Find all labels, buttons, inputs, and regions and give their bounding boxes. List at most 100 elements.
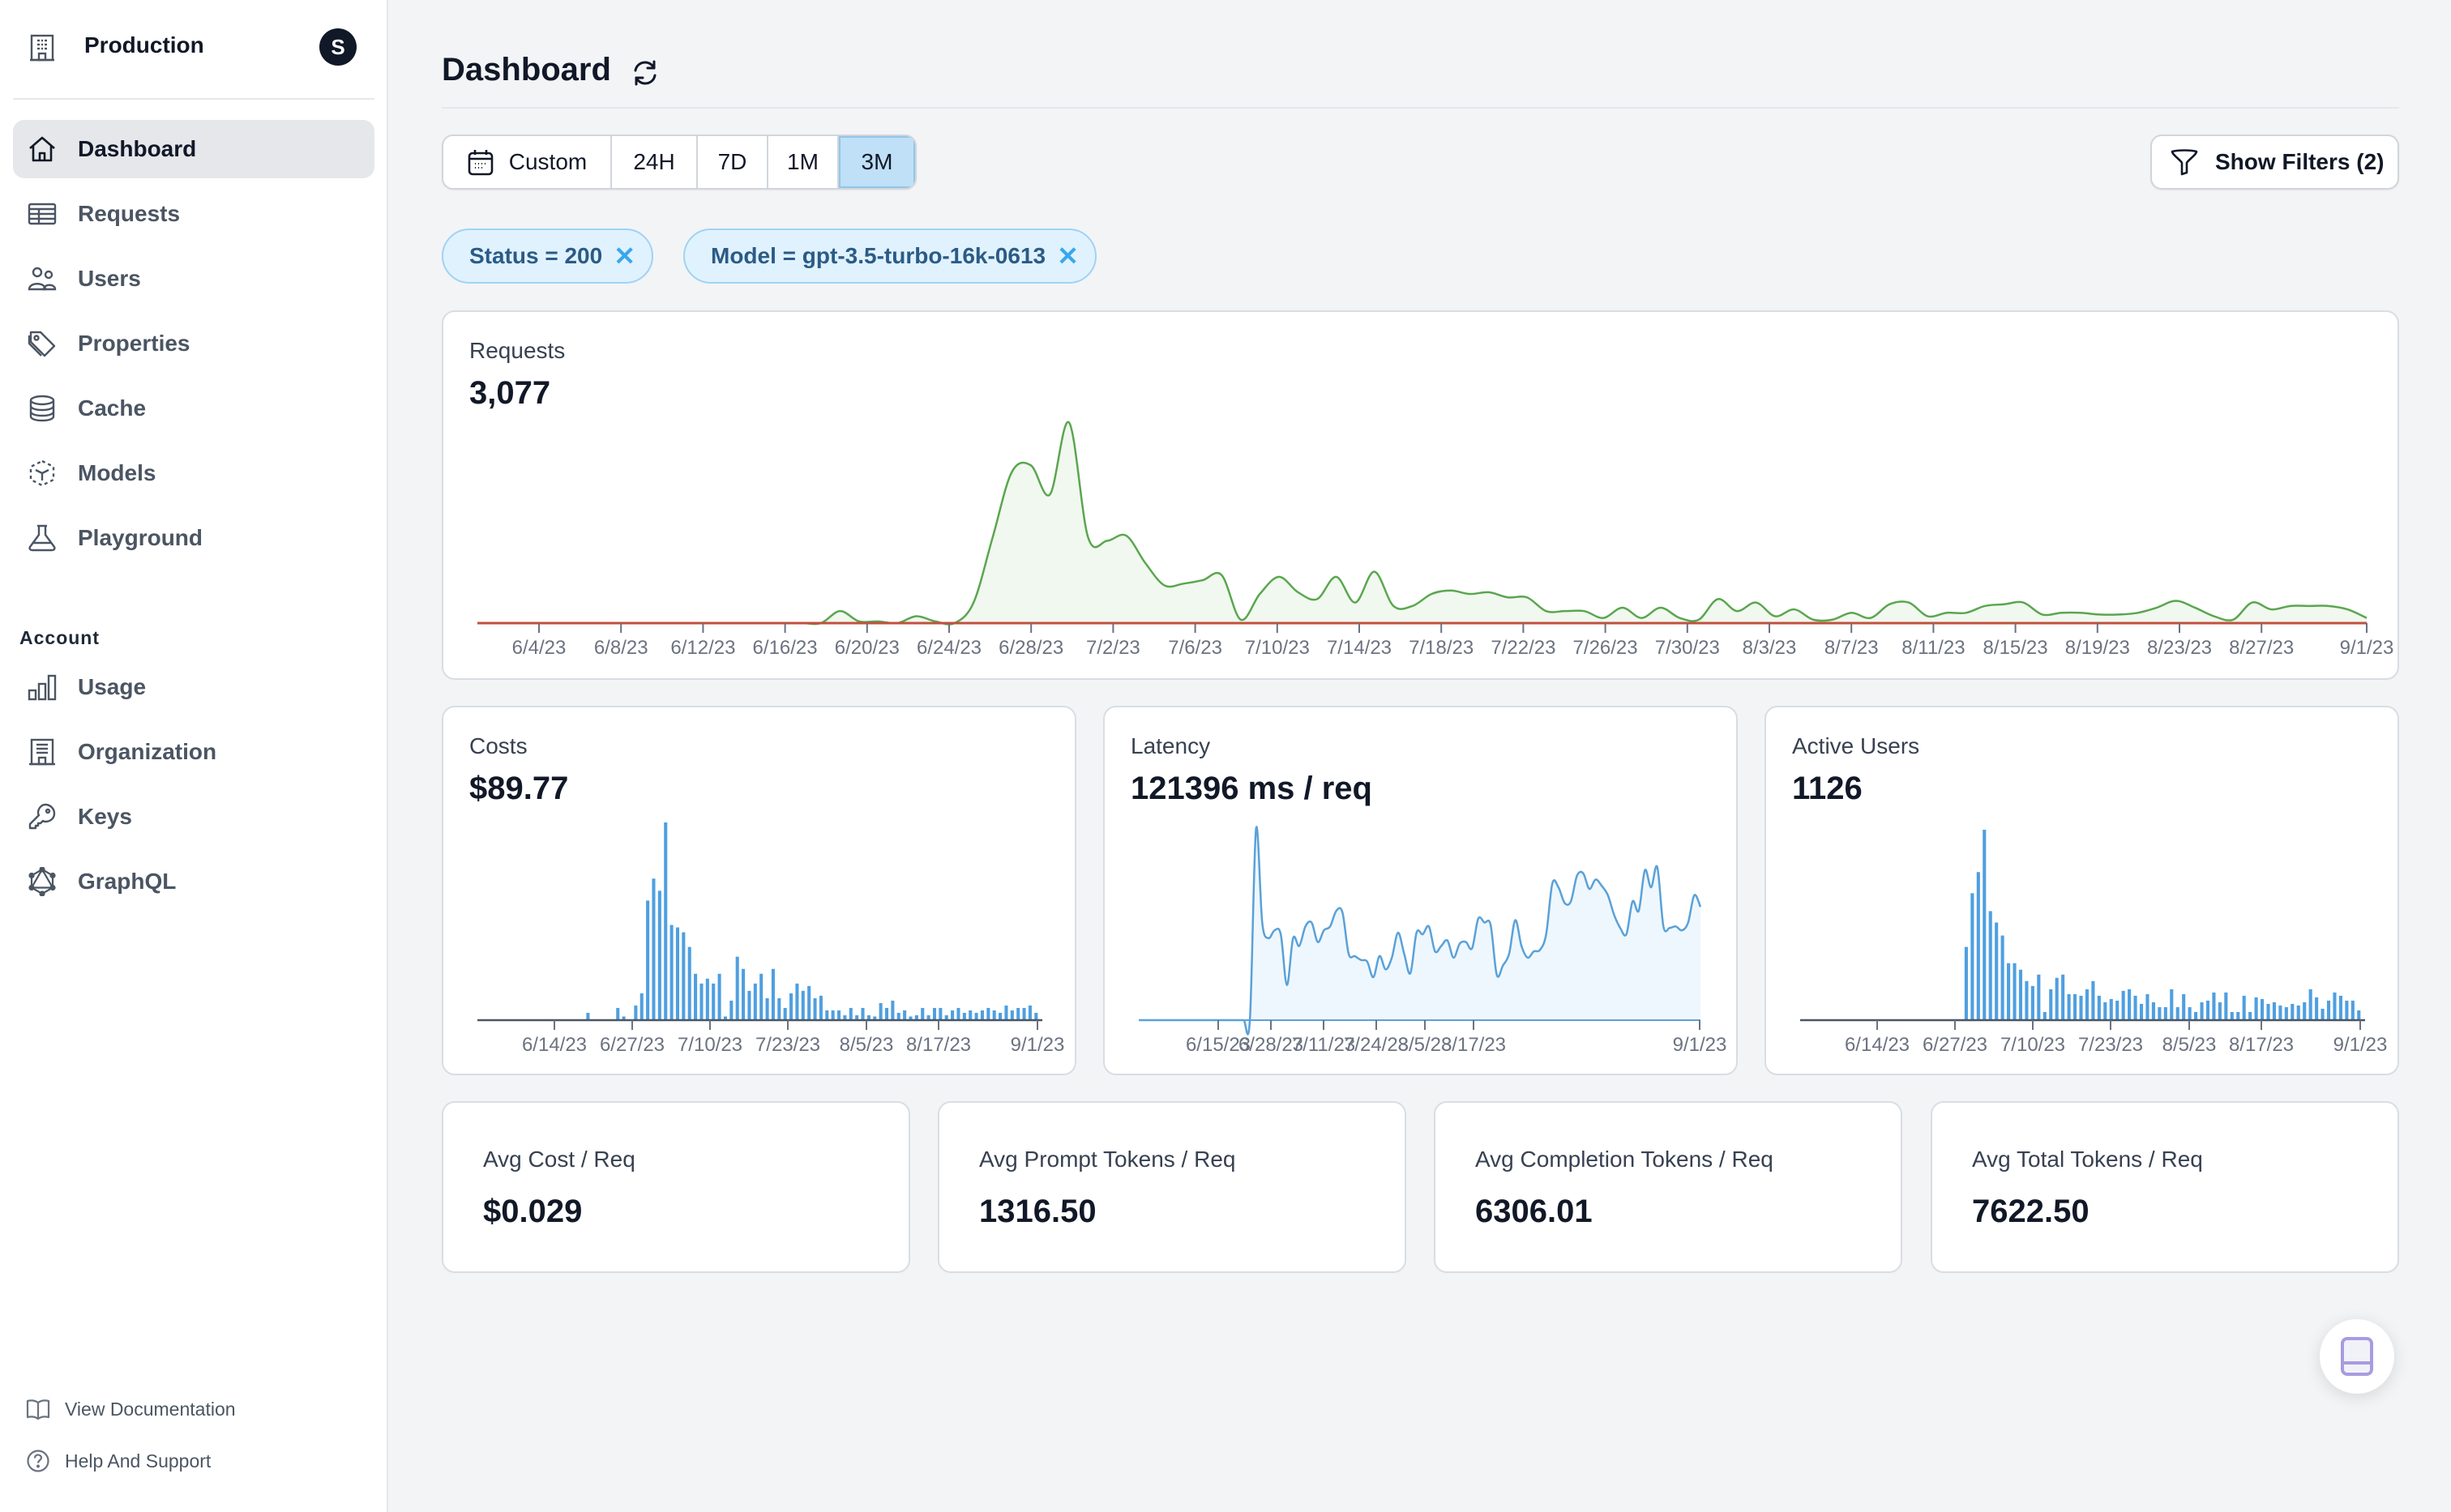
sidebar-item-playground[interactable]: Playground: [13, 509, 374, 567]
sidebar-item-graphql[interactable]: GraphQL: [13, 852, 374, 911]
sidebar-divider: [13, 98, 374, 100]
x-tick-label: 8/15/23: [1983, 637, 2048, 659]
costs-bar: [753, 983, 757, 1020]
active-users-bar: [2284, 1006, 2288, 1020]
active-users-bar: [2115, 1000, 2119, 1020]
active-users-bar: [2224, 992, 2228, 1020]
stat-card-avg-total-tokens: Avg Total Tokens / Req 7622.50: [1931, 1101, 2399, 1273]
docs-fab-button[interactable]: [2320, 1319, 2394, 1394]
active-users-bar: [2151, 1002, 2155, 1020]
active-users-bar: [2212, 992, 2216, 1020]
costs-bar: [742, 968, 746, 1020]
x-tick-label: 8/23/23: [2147, 637, 2212, 659]
requests-card: Requests 3,077 6/4/23 6/8/23 6/12/23 6/16/2…: [442, 310, 2399, 680]
costs-bar: [956, 1007, 960, 1020]
x-tick-label: 8/5/23: [2162, 1034, 2217, 1056]
table-icon: [28, 203, 57, 225]
x-tick-label: 7/10/23: [678, 1034, 742, 1056]
x-tick-label: 7/6/23: [1168, 637, 1222, 659]
costs-bar: [717, 973, 721, 1020]
active-users-bar: [2194, 1011, 2198, 1020]
active-users-card: Active Users 1126 6/14/23 6/27/23 7/10/23 7…: [1764, 706, 2399, 1075]
beaker-icon: [28, 524, 56, 552]
avatar[interactable]: S: [319, 28, 357, 66]
active-users-bar: [2315, 997, 2319, 1020]
costs-chart: 6/14/23 6/27/23 7/10/23 7/23/23 8/5/23 8/17/2…: [477, 822, 1064, 1056]
footer-link-label: Help And Support: [65, 1450, 212, 1471]
section-label-account: Account: [19, 627, 100, 648]
costs-bar: [729, 1000, 734, 1020]
active-users-bar: [2018, 969, 2023, 1020]
costs-bar: [986, 1007, 990, 1020]
costs-bar: [801, 990, 805, 1020]
filter-icon: [2171, 149, 2198, 176]
active-users-bar: [2097, 995, 2101, 1020]
sidebar-item-models[interactable]: Models: [13, 444, 374, 502]
costs-bar: [657, 891, 661, 1020]
costs-bar: [639, 993, 644, 1020]
range-custom-button[interactable]: Custom: [443, 136, 612, 188]
active-users-bar: [2170, 989, 2174, 1020]
remove-filter-icon[interactable]: ✕: [1057, 243, 1079, 269]
costs-bar: [807, 985, 811, 1020]
header-divider: [442, 107, 2399, 109]
help-support-link[interactable]: Help And Support: [26, 1445, 211, 1477]
sidebar-item-cache[interactable]: Cache: [13, 379, 374, 438]
active-users-bar: [2200, 1002, 2204, 1020]
range-label: 7D: [717, 149, 747, 174]
sidebar-item-users[interactable]: Users: [13, 250, 374, 308]
building-icon: [29, 738, 55, 766]
stat-value: 1316.50: [979, 1194, 1097, 1229]
x-tick-label: 7/18/23: [1409, 637, 1474, 659]
remove-filter-icon[interactable]: ✕: [614, 243, 635, 269]
costs-bar: [735, 956, 739, 1020]
view-documentation-link[interactable]: View Documentation: [26, 1393, 236, 1425]
costs-bar: [705, 978, 709, 1020]
active-users-bar: [2303, 1002, 2307, 1020]
stat-title: Avg Cost / Req: [483, 1147, 635, 1172]
latency-chart: 6/15/236/28/237/11/237/24/238/5/238/17/2…: [1139, 826, 1726, 1056]
active-users-bar: [1970, 893, 1974, 1020]
range-7d-button[interactable]: 7D: [698, 136, 768, 188]
filter-chip: Model = gpt-3.5-turbo-16k-0613 ✕: [683, 229, 1097, 284]
active-users-bar: [2175, 1006, 2179, 1020]
sidebar-item-properties[interactable]: Properties: [13, 314, 374, 373]
show-filters-button[interactable]: Show Filters (2): [2150, 135, 2399, 190]
active-users-bar: [2030, 985, 2034, 1020]
x-tick-label: 8/3/23: [1743, 637, 1797, 659]
org-switcher[interactable]: Production S: [13, 21, 361, 73]
sidebar-item-usage[interactable]: Usage: [13, 658, 374, 716]
avatar-initial: S: [331, 34, 345, 59]
costs-bar: [974, 1012, 978, 1020]
sidebar-item-keys[interactable]: Keys: [13, 788, 374, 846]
sidebar-item-requests[interactable]: Requests: [13, 185, 374, 243]
active-users-bar: [1988, 911, 1992, 1020]
range-3m-button[interactable]: 3M: [839, 136, 915, 188]
active-users-bar: [2242, 995, 2246, 1020]
x-tick-label: 8/11/23: [1901, 637, 1965, 659]
range-24h-button[interactable]: 24H: [612, 136, 698, 188]
costs-bar: [675, 927, 680, 1020]
x-tick-label: 7/26/23: [1573, 637, 1638, 659]
range-1m-button[interactable]: 1M: [768, 136, 839, 188]
book-open-icon: [26, 1399, 50, 1420]
bar-chart-icon: [28, 674, 57, 701]
stat-value: $0.029: [483, 1194, 583, 1229]
tag-icon: [28, 331, 56, 357]
sidebar-item-dashboard[interactable]: Dashboard: [13, 120, 374, 178]
sidebar-item-organization[interactable]: Organization: [13, 723, 374, 781]
costs-bar: [951, 1010, 955, 1020]
page-title: Dashboard: [442, 52, 611, 88]
x-tick-label: 7/10/23: [1245, 637, 1310, 659]
x-tick-label: 8/17/23: [2229, 1034, 2294, 1056]
active-users-bar: [2158, 1006, 2162, 1020]
users-icon: [28, 267, 57, 291]
refresh-icon[interactable]: [629, 57, 661, 89]
stat-card-avg-prompt-tokens: Avg Prompt Tokens / Req 1316.50: [938, 1101, 1406, 1273]
active-users-bar: [2085, 989, 2090, 1020]
costs-bar: [962, 1012, 966, 1020]
costs-bar: [980, 1010, 984, 1020]
costs-bar: [664, 822, 668, 1020]
x-tick-label: 6/20/23: [835, 637, 900, 659]
x-tick-label: 6/28/23: [999, 637, 1063, 659]
